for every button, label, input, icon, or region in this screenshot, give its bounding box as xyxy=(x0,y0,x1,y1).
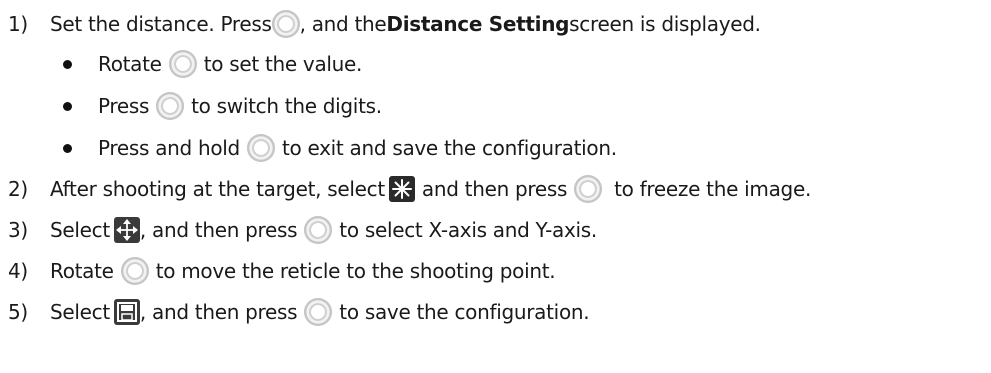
step-text: After shooting at the target, select xyxy=(50,177,385,201)
step-text: Press and hold xyxy=(98,136,240,160)
knob-button-icon xyxy=(246,134,275,162)
step-text: to set the value. xyxy=(203,52,363,76)
step-text: to save the configuration. xyxy=(339,300,590,324)
knob-button-icon xyxy=(271,10,300,38)
knob-button-icon xyxy=(574,175,603,203)
step-text: , and the xyxy=(299,12,387,36)
step-text: , and then press xyxy=(139,300,298,324)
step-content: Rotate to move the reticle to the shooti… xyxy=(50,257,556,285)
screen-name: Distance Setting xyxy=(386,12,570,36)
sub-item-content: Rotate to set the value. xyxy=(98,50,362,78)
step-content: Select , and then press to select X-axis… xyxy=(50,216,597,244)
step-text: to switch the digits. xyxy=(191,94,382,118)
bullet-icon xyxy=(63,101,72,111)
step-text: Rotate xyxy=(98,52,162,76)
step-text: and then press xyxy=(421,177,568,201)
knob-button-icon xyxy=(168,50,197,78)
freeze-snowflake-icon xyxy=(388,176,415,202)
four-way-arrows-icon xyxy=(113,217,140,243)
sub-item-content: Press and hold to exit and save the conf… xyxy=(98,134,617,162)
knob-button-icon xyxy=(304,216,333,244)
save-floppy-icon xyxy=(113,299,140,325)
step-text: to exit and save the configuration. xyxy=(281,136,617,160)
step-number: 2) xyxy=(8,177,28,201)
step-number: 1) xyxy=(8,12,28,36)
step-text: Set the distance. Press xyxy=(50,12,272,36)
sub-item-content: Press to switch the digits. xyxy=(98,92,382,120)
step-content: Select , and then press to save the conf… xyxy=(50,298,590,326)
step-text: Select xyxy=(50,300,110,324)
step-number: 5) xyxy=(8,300,28,324)
step-text: screen is displayed. xyxy=(569,12,761,36)
step-text: Press xyxy=(98,94,150,118)
step-text: to freeze the image. xyxy=(614,177,812,201)
bullet-icon xyxy=(63,59,72,69)
knob-button-icon xyxy=(156,92,185,120)
step-text: to select X-axis and Y-axis. xyxy=(339,218,597,242)
step-number: 3) xyxy=(8,218,28,242)
step-text: Select xyxy=(50,218,110,242)
step-text: , and then press xyxy=(139,218,298,242)
step-text: to move the reticle to the shooting poin… xyxy=(155,259,556,283)
instruction-document: 1) Set the distance. Press , and the Dis… xyxy=(0,0,991,373)
step-number: 4) xyxy=(8,259,28,283)
knob-button-icon xyxy=(304,298,333,326)
step-content: After shooting at the target, select and… xyxy=(50,175,811,203)
step-text: Rotate xyxy=(50,259,114,283)
step-content: Set the distance. Press , and the Distan… xyxy=(50,10,761,38)
bullet-icon xyxy=(63,143,72,153)
knob-button-icon xyxy=(120,257,149,285)
